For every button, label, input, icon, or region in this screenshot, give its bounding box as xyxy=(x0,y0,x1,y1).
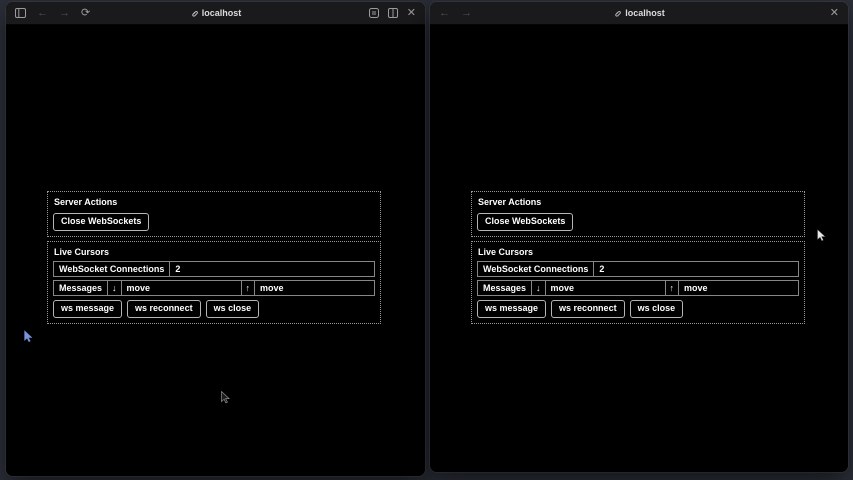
sidebar-toggle-icon[interactable] xyxy=(15,8,26,18)
outgoing-message-value: move xyxy=(679,281,798,295)
close-icon[interactable]: ✕ xyxy=(830,8,839,19)
ws-close-button[interactable]: ws close xyxy=(630,300,684,318)
close-websockets-button[interactable]: Close WebSockets xyxy=(53,213,149,231)
page-title: localhost xyxy=(625,8,665,18)
close-websockets-button[interactable]: Close WebSockets xyxy=(477,213,573,231)
debug-panel: Server Actions Close WebSockets Live Cur… xyxy=(471,191,805,324)
address-title[interactable]: localhost xyxy=(613,2,665,24)
messages-label: Messages xyxy=(478,281,532,295)
live-cursors-section: Live Cursors WebSocket Connections 2 Mes… xyxy=(47,241,381,324)
incoming-message-value: move xyxy=(122,281,242,295)
ws-message-button[interactable]: ws message xyxy=(53,300,122,318)
incoming-message-value: move xyxy=(546,281,666,295)
split-view-icon[interactable] xyxy=(388,8,398,18)
outgoing-message-value: move xyxy=(255,281,374,295)
messages-label: Messages xyxy=(54,281,108,295)
page-viewport: Server Actions Close WebSockets Live Cur… xyxy=(430,25,848,472)
debug-panel: Server Actions Close WebSockets Live Cur… xyxy=(47,191,381,324)
titlebar[interactable]: ← → localhost ✕ xyxy=(430,2,848,25)
close-icon[interactable]: ✕ xyxy=(407,8,416,19)
connections-row: WebSocket Connections 2 xyxy=(53,261,375,277)
connections-label: WebSocket Connections xyxy=(54,262,170,276)
outgoing-arrow-icon: ↑ xyxy=(666,281,680,295)
page-title: localhost xyxy=(202,8,242,18)
section-title: Live Cursors xyxy=(477,246,799,261)
back-icon[interactable]: ← xyxy=(37,8,48,19)
forward-icon[interactable]: → xyxy=(59,8,70,19)
live-cursors-section: Live Cursors WebSocket Connections 2 Mes… xyxy=(471,241,805,324)
section-title: Server Actions xyxy=(53,196,375,211)
incoming-arrow-icon: ↓ xyxy=(108,281,122,295)
link-icon xyxy=(613,9,621,17)
connections-row: WebSocket Connections 2 xyxy=(477,261,799,277)
section-title: Live Cursors xyxy=(53,246,375,261)
ws-message-button[interactable]: ws message xyxy=(477,300,546,318)
ws-close-button[interactable]: ws close xyxy=(206,300,260,318)
ws-reconnect-button[interactable]: ws reconnect xyxy=(127,300,201,318)
address-title[interactable]: localhost xyxy=(190,2,242,24)
section-title: Server Actions xyxy=(477,196,799,211)
ws-buttons-row: ws message ws reconnect ws close xyxy=(477,300,799,318)
connections-value: 2 xyxy=(170,262,374,276)
connections-value: 2 xyxy=(594,262,798,276)
ws-reconnect-button[interactable]: ws reconnect xyxy=(551,300,625,318)
messages-row: Messages ↓ move ↑ move xyxy=(53,280,375,296)
reload-icon[interactable]: ⟳ xyxy=(81,8,90,19)
forward-icon[interactable]: → xyxy=(461,8,472,19)
server-actions-section: Server Actions Close WebSockets xyxy=(471,191,805,237)
connections-label: WebSocket Connections xyxy=(478,262,594,276)
browser-window-left: ← → ⟳ localhost ✕ Server Actions Close W… xyxy=(6,2,425,476)
server-actions-section: Server Actions Close WebSockets xyxy=(47,191,381,237)
incoming-arrow-icon: ↓ xyxy=(532,281,546,295)
messages-row: Messages ↓ move ↑ move xyxy=(477,280,799,296)
browser-window-right: ← → localhost ✕ Server Actions Close Web… xyxy=(430,2,848,472)
page-viewport: Server Actions Close WebSockets Live Cur… xyxy=(6,25,425,476)
titlebar[interactable]: ← → ⟳ localhost ✕ xyxy=(6,2,425,25)
outgoing-arrow-icon: ↑ xyxy=(242,281,256,295)
link-icon xyxy=(190,9,198,17)
ws-buttons-row: ws message ws reconnect ws close xyxy=(53,300,375,318)
back-icon[interactable]: ← xyxy=(439,8,450,19)
reader-list-icon[interactable] xyxy=(369,8,379,18)
